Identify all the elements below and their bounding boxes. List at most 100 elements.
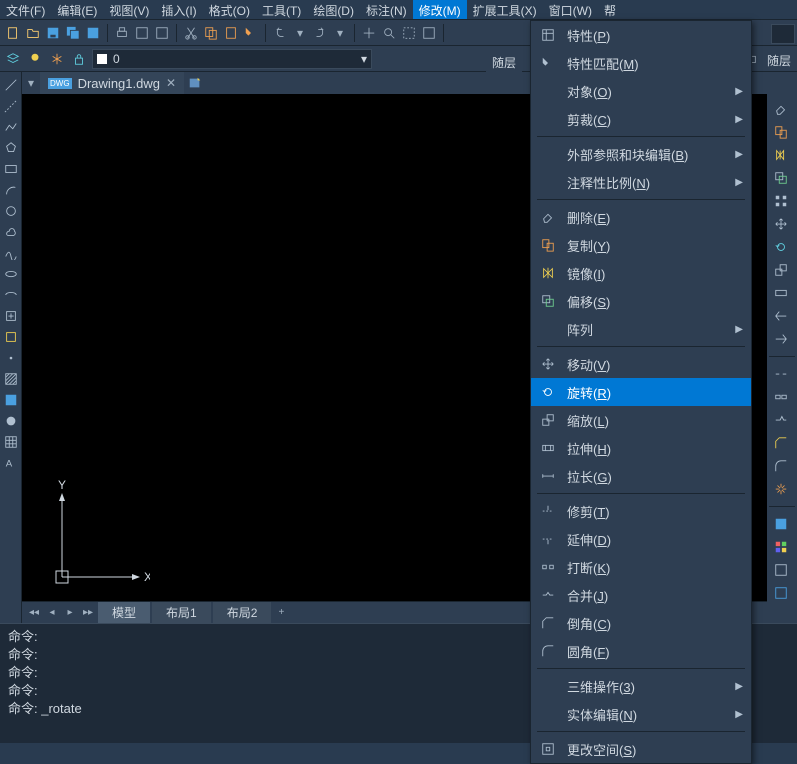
zoom-window-icon[interactable] (400, 24, 418, 42)
erase-icon[interactable] (769, 99, 793, 119)
region-icon[interactable] (2, 412, 20, 430)
pline-icon[interactable] (2, 118, 20, 136)
revcloud-icon[interactable] (2, 223, 20, 241)
layer-combo[interactable]: 0 ▾ (92, 49, 372, 69)
undo-icon[interactable] (271, 24, 289, 42)
undo-dropdown-icon[interactable]: ▾ (291, 24, 309, 42)
layout-first-icon[interactable]: ◂◂ (26, 605, 42, 621)
menu-item-拉伸[interactable]: 拉伸(H) (531, 434, 751, 462)
layout-tab-1[interactable]: 布局1 (152, 602, 211, 623)
palette3-icon[interactable] (769, 560, 793, 580)
menu-item-三维操作[interactable]: 三维操作(3)▶ (531, 672, 751, 700)
stretch2-icon[interactable] (769, 283, 793, 303)
new-icon[interactable] (4, 24, 22, 42)
copy2-icon[interactable] (769, 122, 793, 142)
zoom-extents-icon[interactable] (420, 24, 438, 42)
trim2-icon[interactable] (769, 306, 793, 326)
menu-item-修剪[interactable]: 修剪(T) (531, 497, 751, 525)
polygon-icon[interactable] (2, 139, 20, 157)
menu-w[interactable]: 窗口(W) (543, 0, 598, 19)
menu-item-移动[interactable]: 移动(V) (531, 350, 751, 378)
line-icon[interactable] (2, 76, 20, 94)
menu-i[interactable]: 插入(I) (155, 0, 202, 19)
tab-chevron-icon[interactable]: ▾ (22, 76, 40, 90)
paste-icon[interactable] (222, 24, 240, 42)
right-combo-dropdown[interactable] (771, 24, 795, 44)
saveall-icon[interactable] (64, 24, 82, 42)
xline-icon[interactable] (2, 97, 20, 115)
menu-item-偏移[interactable]: 偏移(S) (531, 287, 751, 315)
chamfer2-icon[interactable] (769, 433, 793, 453)
menu-item-特性匹配[interactable]: 特性匹配(M) (531, 49, 751, 77)
menu-item-缩放[interactable]: 缩放(L) (531, 406, 751, 434)
extend2-icon[interactable] (769, 329, 793, 349)
menu-item-拉长[interactable]: 拉长(G) (531, 462, 751, 490)
block-icon[interactable] (2, 328, 20, 346)
match-icon[interactable] (242, 24, 260, 42)
menu-e[interactable]: 编辑(E) (51, 0, 103, 19)
mirror2-icon[interactable] (769, 145, 793, 165)
menu-item-合并[interactable]: 合并(J) (531, 581, 751, 609)
bylayer-label-right[interactable]: 随层 (763, 50, 795, 71)
menu-item-旋转[interactable]: 旋转(R) (531, 378, 751, 406)
breakpoint-icon[interactable] (769, 364, 793, 384)
redo-icon[interactable] (311, 24, 329, 42)
layout-tab-2[interactable]: 布局2 (213, 602, 272, 623)
menu-item-镜像[interactable]: 镜像(I) (531, 259, 751, 287)
menu-m[interactable]: 修改(M) (413, 0, 467, 19)
arc-icon[interactable] (2, 181, 20, 199)
menu-item-更改空间[interactable]: 更改空间(S) (531, 735, 751, 763)
publish-icon[interactable] (153, 24, 171, 42)
layout-tab-model[interactable]: 模型 (98, 602, 150, 623)
palette1-icon[interactable] (769, 514, 793, 534)
cut-icon[interactable] (182, 24, 200, 42)
saveas-icon[interactable] (84, 24, 102, 42)
menu-t[interactable]: 工具(T) (256, 0, 307, 19)
point-icon[interactable] (2, 349, 20, 367)
menu-item-实体编辑[interactable]: 实体编辑(N)▶ (531, 700, 751, 728)
menu-item-延伸[interactable]: 延伸(D) (531, 525, 751, 553)
menu-n[interactable]: 标注(N) (360, 0, 413, 19)
menu-item-外部参照和块编辑[interactable]: 外部参照和块编辑(B)▶ (531, 140, 751, 168)
new-tab-button[interactable] (184, 72, 206, 94)
ellipsearc-icon[interactable] (2, 286, 20, 304)
insert-icon[interactable] (2, 307, 20, 325)
menu-item-特性[interactable]: 特性(P) (531, 21, 751, 49)
redo-dropdown-icon[interactable]: ▾ (331, 24, 349, 42)
menu-x[interactable]: 扩展工具(X) (467, 0, 543, 19)
offset2-icon[interactable] (769, 168, 793, 188)
layout-prev-icon[interactable]: ◂ (44, 605, 60, 621)
menu-v[interactable]: 视图(V) (103, 0, 155, 19)
fillet2-icon[interactable] (769, 456, 793, 476)
layout-add-icon[interactable]: + (273, 605, 289, 621)
join2-icon[interactable] (769, 410, 793, 430)
layer-freeze-icon[interactable] (48, 50, 66, 68)
bylayer-label-left[interactable]: 随层 (486, 50, 522, 75)
explode-icon[interactable] (769, 479, 793, 499)
menu-item-阵列[interactable]: 阵列▶ (531, 315, 751, 343)
layout-last-icon[interactable]: ▸▸ (80, 605, 96, 621)
gradient-icon[interactable] (2, 391, 20, 409)
open-icon[interactable] (24, 24, 42, 42)
save-icon[interactable] (44, 24, 62, 42)
palette4-icon[interactable] (769, 583, 793, 603)
array2-icon[interactable] (769, 191, 793, 211)
table-icon[interactable] (2, 433, 20, 451)
menu-item-剪裁[interactable]: 剪裁(C)▶ (531, 105, 751, 133)
hatch-icon[interactable] (2, 370, 20, 388)
rectangle-icon[interactable] (2, 160, 20, 178)
layer-bulb-icon[interactable] (26, 50, 44, 68)
menu-item-圆角[interactable]: 圆角(F) (531, 637, 751, 665)
pan-icon[interactable] (360, 24, 378, 42)
print-preview-icon[interactable] (133, 24, 151, 42)
menu-o[interactable]: 格式(O) (203, 0, 256, 19)
menu-d[interactable]: 绘图(D) (307, 0, 360, 19)
menu-item-对象[interactable]: 对象(O)▶ (531, 77, 751, 105)
scale2-icon[interactable] (769, 260, 793, 280)
menu-item-倒角[interactable]: 倒角(C) (531, 609, 751, 637)
layer-lock-icon[interactable] (70, 50, 88, 68)
spline-icon[interactable] (2, 244, 20, 262)
close-tab-icon[interactable]: ✕ (166, 76, 176, 90)
mtext-icon[interactable]: A (2, 454, 20, 472)
menu-f[interactable]: 文件(F) (0, 0, 51, 19)
